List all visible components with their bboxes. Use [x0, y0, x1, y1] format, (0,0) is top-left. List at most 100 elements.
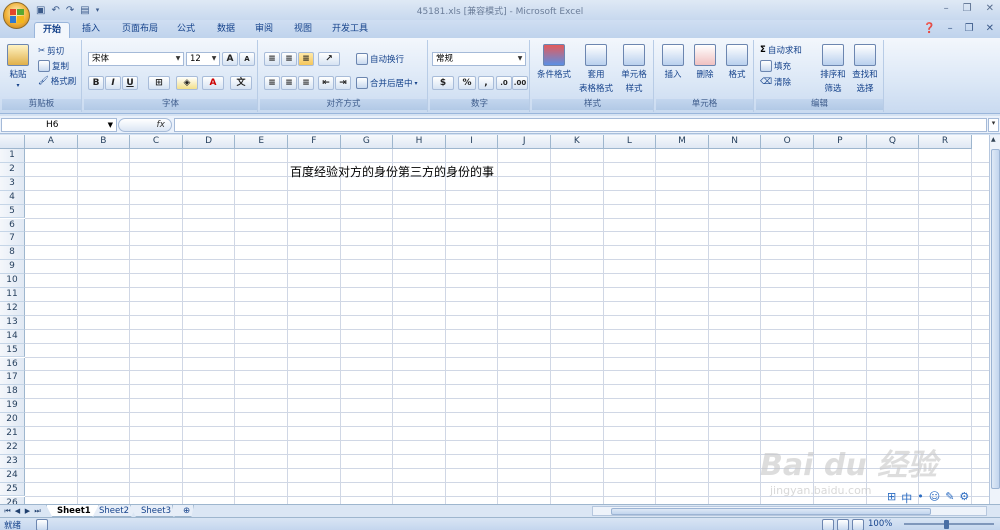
underline-button[interactable]: U	[122, 76, 138, 90]
column-header-A[interactable]: A	[25, 135, 78, 149]
zoom-slider[interactable]	[904, 523, 994, 525]
paste-button[interactable]: 粘贴 ▾	[6, 44, 30, 89]
emoji-icon[interactable]: ☺	[929, 490, 940, 506]
fill-color-button[interactable]: ◈	[176, 76, 198, 90]
punctuation-icon[interactable]: •	[917, 490, 924, 506]
row-header-12[interactable]: 12	[0, 301, 25, 316]
column-header-F[interactable]: F	[288, 135, 341, 149]
align-right-button[interactable]: ≡	[298, 76, 314, 90]
row-header-9[interactable]: 9	[0, 260, 25, 275]
horizontal-scrollbar[interactable]	[592, 506, 987, 516]
column-header-O[interactable]: O	[761, 135, 814, 149]
row-header-6[interactable]: 6	[0, 218, 25, 233]
column-header-M[interactable]: M	[656, 135, 709, 149]
align-bottom-button[interactable]: ≡	[298, 52, 314, 66]
font-color-button[interactable]: A	[202, 76, 224, 90]
column-header-B[interactable]: B	[77, 135, 131, 149]
insert-cells-button[interactable]: 插入	[658, 44, 688, 80]
pen-icon[interactable]: ✎	[945, 490, 954, 506]
next-sheet-icon[interactable]: ▶	[23, 506, 32, 516]
row-header-10[interactable]: 10	[0, 274, 25, 288]
copy-button[interactable]: 复制	[38, 60, 69, 72]
font-size-select[interactable]: 12 ▼	[186, 52, 220, 66]
tab-formulas[interactable]: 公式	[169, 22, 203, 38]
restore-icon[interactable]: ❐	[963, 3, 972, 14]
select-all-corner[interactable]	[0, 135, 25, 149]
fill-button[interactable]: 填充	[760, 60, 791, 72]
orientation-button[interactable]: ↗	[318, 52, 340, 66]
tab-data[interactable]: 数据	[209, 22, 243, 38]
gallery-icon[interactable]: ⊞	[887, 490, 896, 506]
wrap-text-button[interactable]: 自动换行	[356, 53, 404, 65]
borders-button[interactable]: ⊞	[148, 76, 170, 90]
autosum-button[interactable]: Σ 自动求和	[760, 44, 802, 56]
row-header-18[interactable]: 18	[0, 385, 25, 400]
chinese-input-icon[interactable]: 中	[901, 490, 912, 506]
column-header-E[interactable]: E	[235, 135, 288, 149]
row-header-8[interactable]: 8	[0, 246, 25, 261]
align-center-button[interactable]: ≡	[281, 76, 297, 90]
page-break-view-icon[interactable]	[852, 519, 864, 530]
align-left-button[interactable]: ≡	[264, 76, 280, 90]
tab-developer[interactable]: 开发工具	[324, 22, 376, 38]
font-name-select[interactable]: 宋体 ▼	[88, 52, 184, 66]
column-header-N[interactable]: N	[708, 135, 762, 149]
row-header-14[interactable]: 14	[0, 329, 25, 344]
insert-sheet-button[interactable]: ⊕	[172, 505, 194, 517]
tab-insert[interactable]: 插入	[74, 22, 108, 38]
wb-close-icon[interactable]: ✕	[986, 23, 994, 34]
shrink-font-button[interactable]: A	[239, 52, 255, 66]
row-header-20[interactable]: 20	[0, 413, 25, 427]
name-box[interactable]: H6 ▼	[1, 118, 117, 132]
minimize-icon[interactable]: –	[944, 3, 949, 14]
increase-indent-button[interactable]: ⇥	[335, 76, 351, 90]
column-header-D[interactable]: D	[182, 135, 236, 149]
decrease-decimal-button[interactable]: .00	[512, 76, 528, 90]
settings-gear-icon[interactable]: ⚙	[959, 490, 969, 506]
normal-view-icon[interactable]	[822, 519, 834, 530]
row-header-2[interactable]: 2	[0, 162, 25, 177]
column-header-I[interactable]: I	[445, 135, 499, 149]
close-icon[interactable]: ✕	[986, 3, 994, 14]
format-painter-button[interactable]: 🖌 格式刷	[38, 75, 76, 87]
row-header-19[interactable]: 19	[0, 399, 25, 414]
cell-styles-button[interactable]: 单元格 样式	[616, 44, 652, 94]
vertical-scrollbar[interactable]: ▲	[989, 135, 1000, 504]
column-header-Q[interactable]: Q	[866, 135, 920, 149]
row-header-23[interactable]: 23	[0, 454, 25, 469]
insert-function-button[interactable]: fx	[118, 118, 172, 132]
find-select-button[interactable]: 查找和 选择	[850, 44, 880, 94]
formula-input[interactable]	[174, 118, 987, 132]
row-header-16[interactable]: 16	[0, 357, 25, 372]
tab-page-layout[interactable]: 页面布局	[114, 22, 166, 38]
merge-center-button[interactable]: 合并后居中 ▾	[356, 77, 418, 89]
help-icon[interactable]: ❓	[923, 23, 935, 34]
column-header-G[interactable]: G	[340, 135, 394, 149]
row-header-11[interactable]: 11	[0, 288, 25, 302]
column-header-H[interactable]: H	[393, 135, 446, 149]
grow-font-button[interactable]: A	[222, 52, 238, 66]
column-header-L[interactable]: L	[603, 135, 657, 149]
row-header-3[interactable]: 3	[0, 176, 25, 191]
row-header-13[interactable]: 13	[0, 315, 25, 330]
row-header-5[interactable]: 5	[0, 204, 25, 219]
scroll-up-icon[interactable]: ▲	[991, 136, 996, 143]
column-header-J[interactable]: J	[498, 135, 551, 149]
column-header-R[interactable]: R	[919, 135, 972, 149]
comma-button[interactable]: ,	[478, 76, 494, 90]
conditional-format-button[interactable]: 条件格式	[534, 44, 574, 80]
accounting-format-button[interactable]: $	[432, 76, 454, 90]
row-header-1[interactable]: 1	[0, 149, 25, 163]
column-header-P[interactable]: P	[814, 135, 867, 149]
row-header-21[interactable]: 21	[0, 427, 25, 441]
phonetic-button[interactable]: 文	[230, 76, 252, 90]
wb-minimize-icon[interactable]: –	[948, 23, 953, 34]
bold-button[interactable]: B	[88, 76, 104, 90]
horizontal-scroll-thumb[interactable]	[611, 508, 931, 515]
row-header-17[interactable]: 17	[0, 371, 25, 386]
tab-review[interactable]: 审阅	[247, 22, 281, 38]
delete-cells-button[interactable]: 删除	[690, 44, 720, 80]
row-header-15[interactable]: 15	[0, 343, 25, 358]
sheet-tab-3[interactable]: Sheet3	[130, 505, 179, 517]
align-middle-button[interactable]: ≡	[281, 52, 297, 66]
